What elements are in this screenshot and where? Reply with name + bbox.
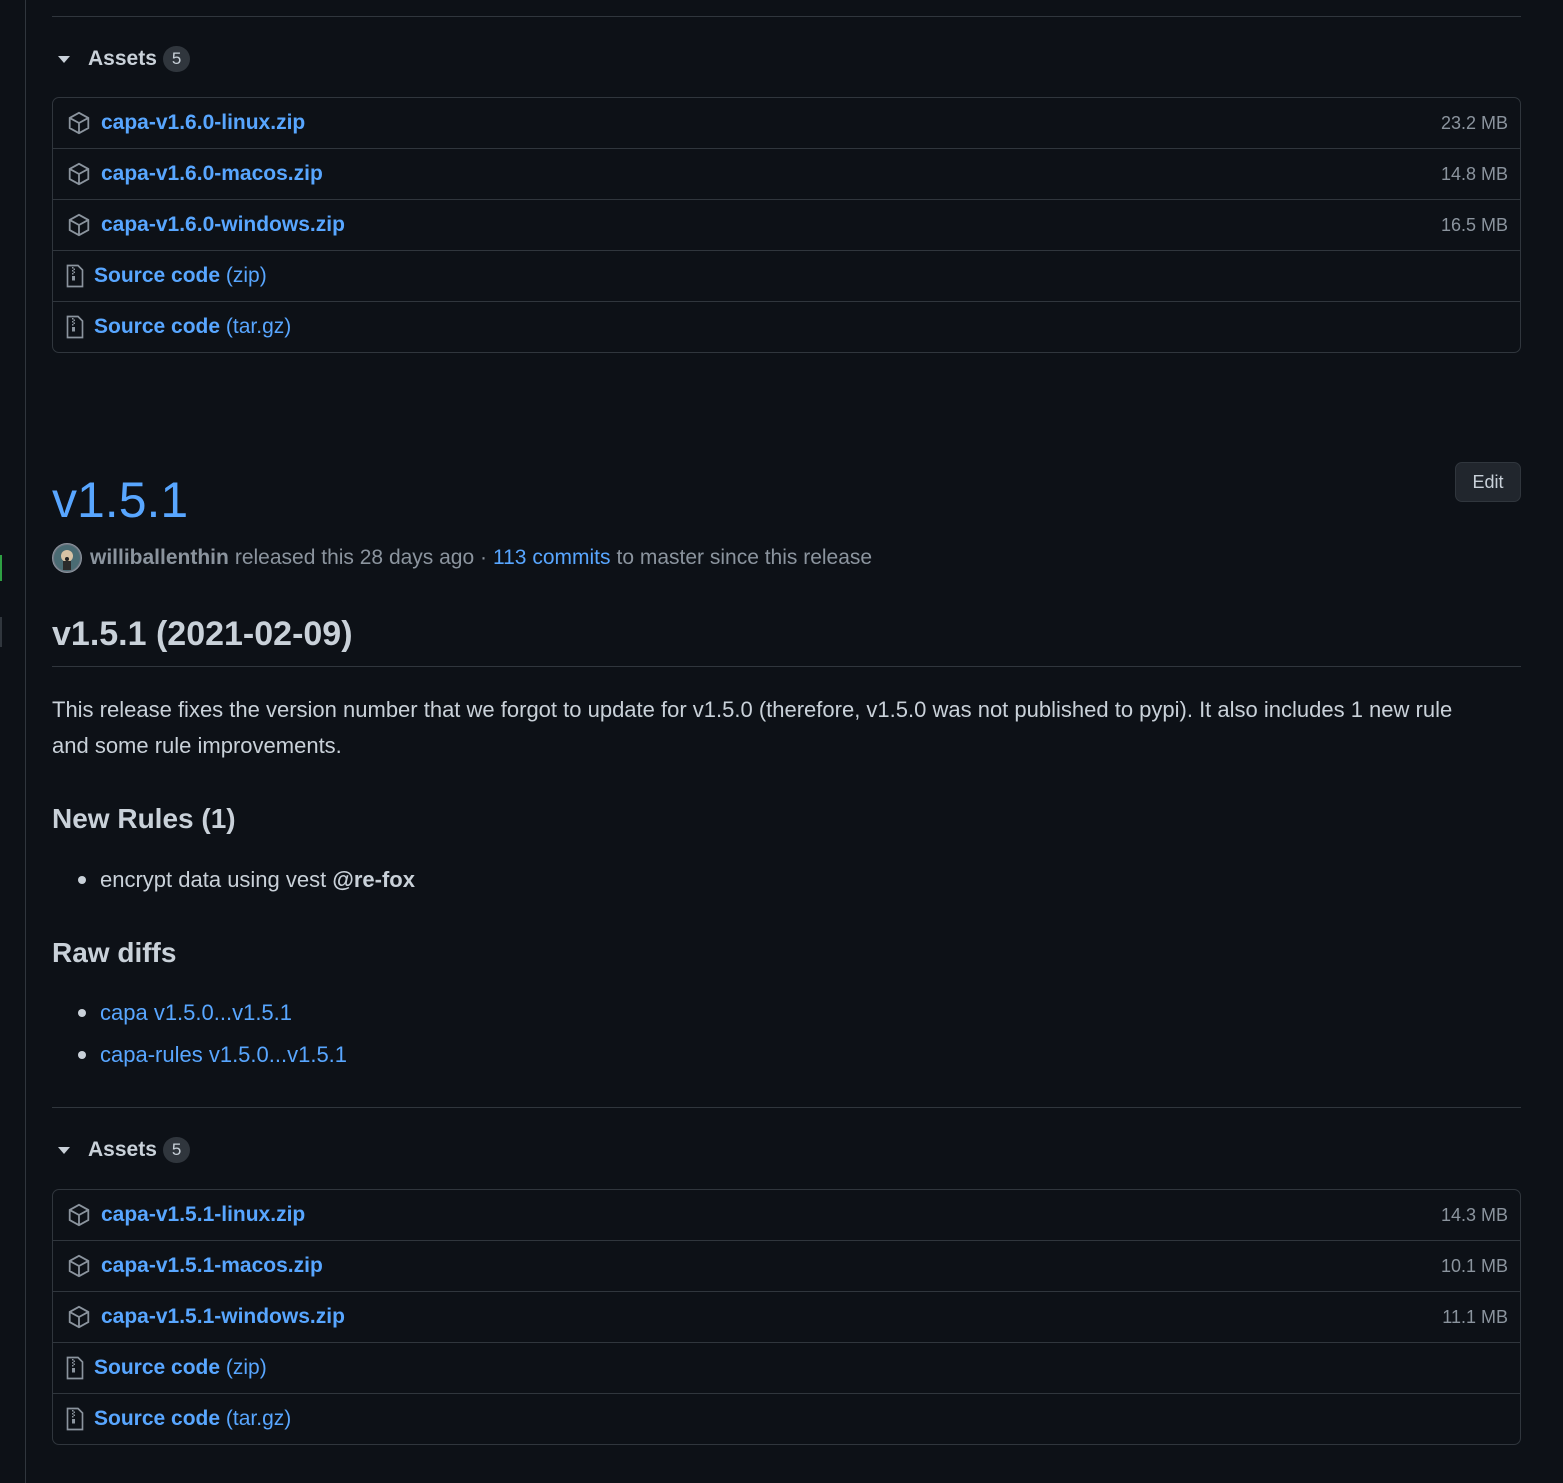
file-zip-icon bbox=[65, 1354, 85, 1382]
source-code-zip-link[interactable]: Source code (zip) bbox=[94, 1356, 267, 1380]
assets-list: capa-v1.6.0-linux.zip 23.2 MB capa-v1.6.… bbox=[52, 97, 1521, 353]
assets-label: Assets bbox=[88, 47, 157, 70]
package-icon bbox=[65, 1201, 93, 1229]
file-zip-icon bbox=[65, 262, 85, 290]
source-code-targz-link[interactable]: Source code (tar.gz) bbox=[94, 315, 291, 339]
left-gutter bbox=[0, 0, 26, 1483]
asset-row: capa-v1.6.0-linux.zip 23.2 MB bbox=[53, 98, 1520, 148]
asset-link[interactable]: capa-v1.5.1-macos.zip bbox=[101, 1254, 323, 1278]
package-icon bbox=[65, 1252, 93, 1280]
assets-toggle[interactable]: Assets 5 bbox=[52, 1135, 191, 1165]
package-icon bbox=[65, 160, 93, 188]
list-item: capa v1.5.0...v1.5.1 bbox=[77, 992, 347, 1034]
package-icon bbox=[65, 109, 93, 137]
commits-suffix: to master since this release bbox=[616, 546, 873, 569]
commits-link[interactable]: 113 commits bbox=[493, 546, 610, 570]
avatar[interactable] bbox=[52, 543, 82, 573]
package-icon bbox=[65, 211, 93, 239]
release-heading: v1.5.1 (2021-02-09) bbox=[52, 612, 1521, 667]
mention-link[interactable]: @re-fox bbox=[332, 867, 415, 892]
triangle-down-icon bbox=[58, 1146, 70, 1154]
gutter-marker bbox=[0, 617, 2, 647]
triangle-down-icon bbox=[58, 55, 70, 63]
asset-size: 10.1 MB bbox=[1440, 1255, 1508, 1276]
asset-size: 14.8 MB bbox=[1440, 163, 1508, 184]
edit-button[interactable]: Edit bbox=[1455, 462, 1521, 502]
raw-diffs-list: capa v1.5.0...v1.5.1 capa-rules v1.5.0..… bbox=[52, 992, 347, 1076]
assets-count-badge: 5 bbox=[162, 1137, 191, 1163]
list-item: encrypt data using vest @re-fox bbox=[78, 859, 415, 901]
asset-row: Source code (zip) bbox=[53, 1342, 1520, 1393]
release-title[interactable]: v1.5.1 bbox=[52, 470, 188, 530]
new-rules-heading: New Rules (1) bbox=[52, 803, 236, 834]
source-code-zip-link[interactable]: Source code (zip) bbox=[94, 264, 267, 288]
divider bbox=[52, 16, 1521, 17]
asset-row: Source code (zip) bbox=[53, 250, 1520, 301]
asset-size: 23.2 MB bbox=[1440, 112, 1508, 133]
asset-row: Source code (tar.gz) bbox=[53, 1393, 1520, 1444]
released-text: released this 28 days ago · bbox=[234, 546, 487, 569]
divider bbox=[52, 1107, 1521, 1108]
asset-size: 16.5 MB bbox=[1440, 214, 1508, 235]
source-code-targz-link[interactable]: Source code (tar.gz) bbox=[94, 1407, 291, 1431]
gutter-marker bbox=[0, 555, 2, 581]
file-zip-icon bbox=[65, 313, 85, 341]
asset-row: Source code (tar.gz) bbox=[53, 301, 1520, 352]
assets-label: Assets bbox=[88, 1138, 157, 1161]
asset-link[interactable]: capa-v1.6.0-linux.zip bbox=[101, 111, 305, 135]
file-zip-icon bbox=[65, 1405, 85, 1433]
package-icon bbox=[65, 1303, 93, 1331]
release-description: This release fixes the version number th… bbox=[52, 697, 1453, 758]
assets-list: capa-v1.5.1-linux.zip 14.3 MB capa-v1.5.… bbox=[52, 1189, 1521, 1445]
asset-row: capa-v1.5.1-macos.zip 10.1 MB bbox=[53, 1240, 1520, 1291]
list-item: capa-rules v1.5.0...v1.5.1 bbox=[77, 1034, 347, 1076]
asset-row: capa-v1.6.0-windows.zip 16.5 MB bbox=[53, 199, 1520, 250]
assets-count-badge: 5 bbox=[162, 46, 191, 72]
new-rules-list: encrypt data using vest @re-fox bbox=[52, 859, 415, 901]
release-meta: williballenthin released this 28 days ag… bbox=[52, 543, 872, 573]
asset-size: 11.1 MB bbox=[1442, 1306, 1508, 1327]
diff-link[interactable]: capa v1.5.0...v1.5.1 bbox=[100, 1000, 292, 1025]
asset-size: 14.3 MB bbox=[1440, 1204, 1508, 1225]
asset-link[interactable]: capa-v1.5.1-linux.zip bbox=[101, 1203, 305, 1227]
diff-link[interactable]: capa-rules v1.5.0...v1.5.1 bbox=[100, 1042, 347, 1067]
assets-toggle[interactable]: Assets 5 bbox=[52, 44, 191, 74]
asset-link[interactable]: capa-v1.5.1-windows.zip bbox=[101, 1305, 345, 1329]
asset-row: capa-v1.5.1-linux.zip 14.3 MB bbox=[53, 1190, 1520, 1240]
raw-diffs-heading: Raw diffs bbox=[52, 937, 177, 968]
asset-link[interactable]: capa-v1.6.0-windows.zip bbox=[101, 213, 345, 237]
asset-row: capa-v1.6.0-macos.zip 14.8 MB bbox=[53, 148, 1520, 199]
asset-link[interactable]: capa-v1.6.0-macos.zip bbox=[101, 162, 323, 186]
author-link[interactable]: williballenthin bbox=[90, 546, 229, 570]
asset-row: capa-v1.5.1-windows.zip 11.1 MB bbox=[53, 1291, 1520, 1342]
